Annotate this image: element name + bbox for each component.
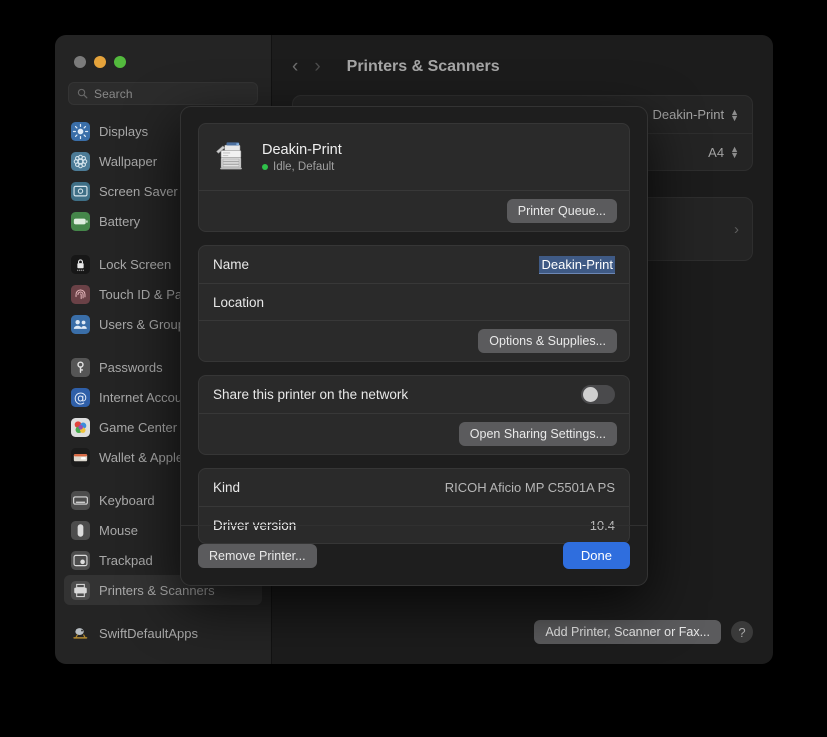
share-row: Share this printer on the network [199,376,629,413]
chevron-left-icon[interactable]: ‹ [292,57,298,76]
touch-id-icon [71,285,90,304]
chevron-right-icon: › [734,221,739,238]
name-row: Name Deakin-Print [199,246,629,283]
printer-summary: Deakin-Print Idle, Default [199,124,629,190]
default-paper-size-dropdown[interactable]: A4 ▲▼ [708,145,739,160]
content-footer: Add Printer, Scanner or Fax... ? [292,620,753,644]
sidebar-item-label: Passwords [99,360,163,375]
printer-details-sheet: Deakin-Print Idle, Default Printer Queue… [180,106,648,586]
add-printer-button[interactable]: Add Printer, Scanner or Fax... [534,620,721,644]
wallet-icon [71,448,90,467]
chevron-updown-icon: ▲▼ [730,109,739,121]
window-controls [55,35,271,68]
sharing-card: Share this printer on the network Open S… [198,375,630,455]
sidebar-item-label: Battery [99,214,140,229]
svg-text:@: @ [74,390,87,405]
mouse-icon [71,521,90,540]
printer-queue-footer: Printer Queue... [199,190,629,231]
swiftdefaultapps-icon [71,624,90,643]
search-container: Search [55,68,271,105]
game-center-icon [71,418,90,437]
status-dot-icon [262,164,268,170]
sidebar-item-label: Mouse [99,523,138,538]
printer-name: Deakin-Print [262,142,342,158]
options-supplies-button[interactable]: Options & Supplies... [478,329,617,353]
printer-status-text: Idle, Default [273,161,334,173]
printer-details-card: Name Deakin-Print Location Options & Sup… [198,245,630,362]
wallpaper-icon [71,152,90,171]
location-label: Location [213,295,264,310]
multifunction-printer-icon [213,137,249,178]
printer-status: Idle, Default [262,161,342,173]
name-label: Name [213,257,249,272]
search-placeholder: Search [94,87,133,101]
kind-label: Kind [213,480,240,495]
chevron-updown-icon: ▲▼ [730,146,739,158]
sidebar-item-label: Users & Groups [99,317,191,332]
sheet-footer: Remove Printer... Done [181,525,647,585]
lock-icon [71,255,90,274]
battery-icon [71,212,90,231]
printer-summary-card: Deakin-Print Idle, Default Printer Queue… [198,123,630,232]
share-toggle[interactable] [581,385,615,404]
screen: Search [0,0,827,737]
options-footer: Options & Supplies... [199,320,629,361]
trackpad-icon [71,551,90,570]
content-header: ‹ › Printers & Scanners [272,35,773,76]
help-button[interactable]: ? [731,621,753,643]
default-printer-dropdown[interactable]: Deakin-Print ▲▼ [653,107,739,122]
sidebar-item-label: Screen Saver [99,184,178,199]
key-icon [71,358,90,377]
at-sign-icon: @ [71,388,90,407]
sidebar-item-swiftdefaultapps[interactable]: SwiftDefaultApps [64,618,262,648]
maximize-window-button[interactable] [114,56,126,68]
displays-icon [71,122,90,141]
kind-row: Kind RICOH Aficio MP C5501A PS [199,469,629,506]
name-field[interactable]: Deakin-Print [539,256,615,274]
default-printer-value: Deakin-Print [653,107,725,122]
sidebar-item-label: Wallpaper [99,154,157,169]
sidebar-item-label: Game Center [99,420,177,435]
sidebar-item-label: SwiftDefaultApps [99,626,198,641]
sidebar-item-label: Keyboard [99,493,155,508]
printer-queue-button[interactable]: Printer Queue... [507,199,617,223]
sharing-footer: Open Sharing Settings... [199,413,629,454]
location-row: Location [199,283,629,320]
screen-saver-icon [71,182,90,201]
page-title: Printers & Scanners [347,58,500,76]
done-button[interactable]: Done [563,542,630,569]
users-icon [71,315,90,334]
open-sharing-settings-button[interactable]: Open Sharing Settings... [459,422,617,446]
printer-icon [71,581,90,600]
search-icon [77,88,88,99]
printer-summary-text: Deakin-Print Idle, Default [262,142,342,173]
search-input[interactable]: Search [68,82,258,105]
default-paper-size-value: A4 [708,145,724,160]
sidebar-item-label: Displays [99,124,148,139]
share-label: Share this printer on the network [213,387,408,402]
remove-printer-button[interactable]: Remove Printer... [198,544,317,568]
nav-separator [64,605,262,618]
sidebar-item-label: Trackpad [99,553,153,568]
sidebar-item-label: Lock Screen [99,257,171,272]
keyboard-icon [71,491,90,510]
chevron-right-icon[interactable]: › [314,57,320,76]
kind-value: RICOH Aficio MP C5501A PS [445,480,615,495]
toggle-knob [583,387,598,402]
minimize-window-button[interactable] [94,56,106,68]
close-window-button[interactable] [74,56,86,68]
